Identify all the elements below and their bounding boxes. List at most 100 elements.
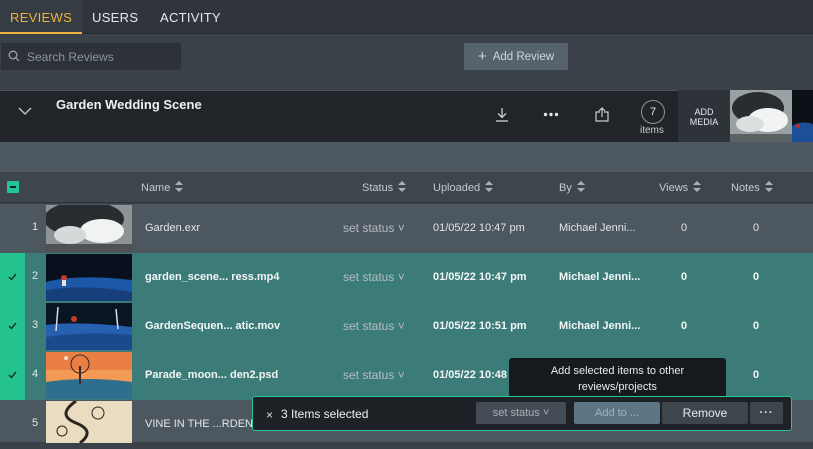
- row-uploaded: 01/05/22 10:47 pm: [433, 222, 525, 234]
- chevron-down-icon: ˅: [394, 221, 405, 235]
- media-thumbnail: [46, 401, 132, 443]
- sort-icon: [764, 181, 773, 192]
- table-row[interactable]: 2 garden_scene... ress.mp4 set status ˅ …: [0, 253, 813, 302]
- status-label: set status: [343, 319, 395, 333]
- column-by-label: By: [559, 182, 572, 194]
- sort-icon: [485, 181, 494, 192]
- search-icon: [8, 50, 20, 62]
- column-status-header[interactable]: Status: [362, 181, 407, 194]
- sort-icon: [693, 181, 702, 192]
- checkmark-icon: [8, 322, 17, 330]
- column-name-header[interactable]: Name: [141, 181, 184, 194]
- row-index: 3: [31, 319, 39, 331]
- row-checkbox[interactable]: [0, 204, 25, 253]
- row-notes: 0: [753, 369, 760, 381]
- column-views-header[interactable]: Views: [659, 181, 702, 194]
- status-dropdown[interactable]: set status ˅: [343, 270, 405, 284]
- column-views-label: Views: [659, 182, 689, 194]
- media-thumbnail: [46, 205, 132, 252]
- status-label: set status: [343, 221, 395, 235]
- close-icon[interactable]: ×: [266, 408, 273, 422]
- media-thumbnail: [46, 254, 132, 301]
- row-by: Michael Jenni...: [559, 222, 636, 234]
- table-row[interactable]: 3 GardenSequen... atic.mov set status ˅ …: [0, 302, 813, 351]
- share-icon[interactable]: [594, 107, 610, 123]
- column-uploaded-label: Uploaded: [433, 182, 481, 194]
- tab-activity[interactable]: ACTIVITY: [160, 0, 221, 34]
- status-label: set status: [343, 368, 395, 382]
- row-name[interactable]: VINE IN THE ...RDEN.: [145, 418, 256, 430]
- column-notes-header[interactable]: Notes: [731, 181, 773, 194]
- chevron-down-icon: ˅: [394, 368, 405, 382]
- remove-button[interactable]: Remove: [662, 402, 748, 424]
- more-actions-button[interactable]: ···: [750, 402, 783, 424]
- status-label: set status: [343, 270, 395, 284]
- review-title: Garden Wedding Scene: [56, 97, 202, 112]
- add-to-tooltip: Add selected items to other reviews/proje…: [509, 358, 726, 404]
- tab-reviews[interactable]: REVIEWS: [0, 0, 83, 34]
- select-all-checkbox[interactable]: [7, 181, 19, 193]
- sort-icon: [398, 181, 407, 192]
- status-dropdown[interactable]: set status ˅: [343, 368, 405, 382]
- item-count-label: items: [640, 125, 664, 136]
- row-views: 0: [681, 320, 688, 332]
- row-name[interactable]: Parade_moon... den2.psd: [145, 369, 278, 381]
- media-thumbnail: [46, 303, 132, 350]
- bulk-set-status-button[interactable]: set status ˅: [476, 402, 566, 424]
- add-media-label-line2: MEDIA: [689, 117, 719, 127]
- row-by: Michael Jenni...: [559, 271, 641, 283]
- row-index: 5: [31, 417, 39, 429]
- tab-users[interactable]: USERS: [92, 0, 138, 34]
- row-uploaded: 01/05/22 10:47 pm: [433, 271, 527, 283]
- row-uploaded: 01/05/22 10:51 pm: [433, 320, 527, 332]
- chevron-down-icon: ˅: [394, 319, 405, 333]
- add-media-button[interactable]: ADD MEDIA: [678, 90, 730, 142]
- row-notes: 0: [753, 222, 760, 234]
- plus-icon: +: [477, 48, 487, 65]
- chevron-down-icon: ˅: [394, 270, 405, 284]
- column-uploaded-header[interactable]: Uploaded: [433, 181, 494, 194]
- row-index: 1: [31, 221, 39, 233]
- row-views: 0: [681, 222, 688, 234]
- search-input[interactable]: [27, 43, 177, 70]
- selection-count: 3 Items selected: [281, 407, 369, 421]
- checkmark-icon: [8, 371, 17, 379]
- tooltip-line2: reviews/projects: [578, 381, 657, 393]
- table-header: Name Status Uploaded By Views Notes: [0, 172, 813, 203]
- chevron-down-icon[interactable]: [18, 107, 32, 116]
- bulk-set-status-label: set status: [492, 407, 540, 419]
- list-toolbar-band: [0, 142, 813, 172]
- more-icon[interactable]: [543, 112, 559, 117]
- column-notes-label: Notes: [731, 182, 760, 194]
- tooltip-line1: Add selected items to other: [550, 365, 685, 377]
- column-status-label: Status: [362, 182, 394, 194]
- checkmark-icon: [8, 273, 17, 281]
- item-count-badge: 7: [641, 100, 665, 124]
- column-name-label: Name: [141, 182, 171, 194]
- row-index: 4: [31, 368, 39, 380]
- status-dropdown[interactable]: set status ˅: [343, 319, 405, 333]
- row-notes: 0: [753, 271, 760, 283]
- add-review-label: Add Review: [492, 51, 555, 63]
- table-row[interactable]: 1 Garden.exr set status ˅ 01/05/22 10:47…: [0, 204, 813, 253]
- add-media-label-line1: ADD: [694, 107, 714, 117]
- download-icon[interactable]: [494, 107, 510, 123]
- column-by-header[interactable]: By: [559, 181, 585, 194]
- row-checkbox[interactable]: [0, 302, 25, 351]
- row-checkbox[interactable]: [0, 253, 25, 302]
- row-name[interactable]: garden_scene... ress.mp4: [145, 271, 280, 283]
- review-thumbnail-secondary: [792, 90, 813, 142]
- row-by: Michael Jenni...: [559, 320, 641, 332]
- row-name[interactable]: GardenSequen... atic.mov: [145, 320, 280, 332]
- row-checkbox[interactable]: [0, 351, 25, 400]
- row-name[interactable]: Garden.exr: [145, 222, 200, 234]
- sort-icon: [175, 181, 184, 192]
- chevron-down-icon: ˅: [539, 407, 550, 419]
- row-views: 0: [681, 271, 688, 283]
- status-dropdown[interactable]: set status ˅: [343, 221, 405, 235]
- review-thumbnail: [730, 90, 792, 142]
- row-uploaded: 01/05/22 10:48: [433, 369, 508, 381]
- row-index: 2: [31, 270, 39, 282]
- add-to-button[interactable]: Add to ...: [574, 402, 660, 424]
- add-review-button[interactable]: + Add Review: [464, 43, 568, 70]
